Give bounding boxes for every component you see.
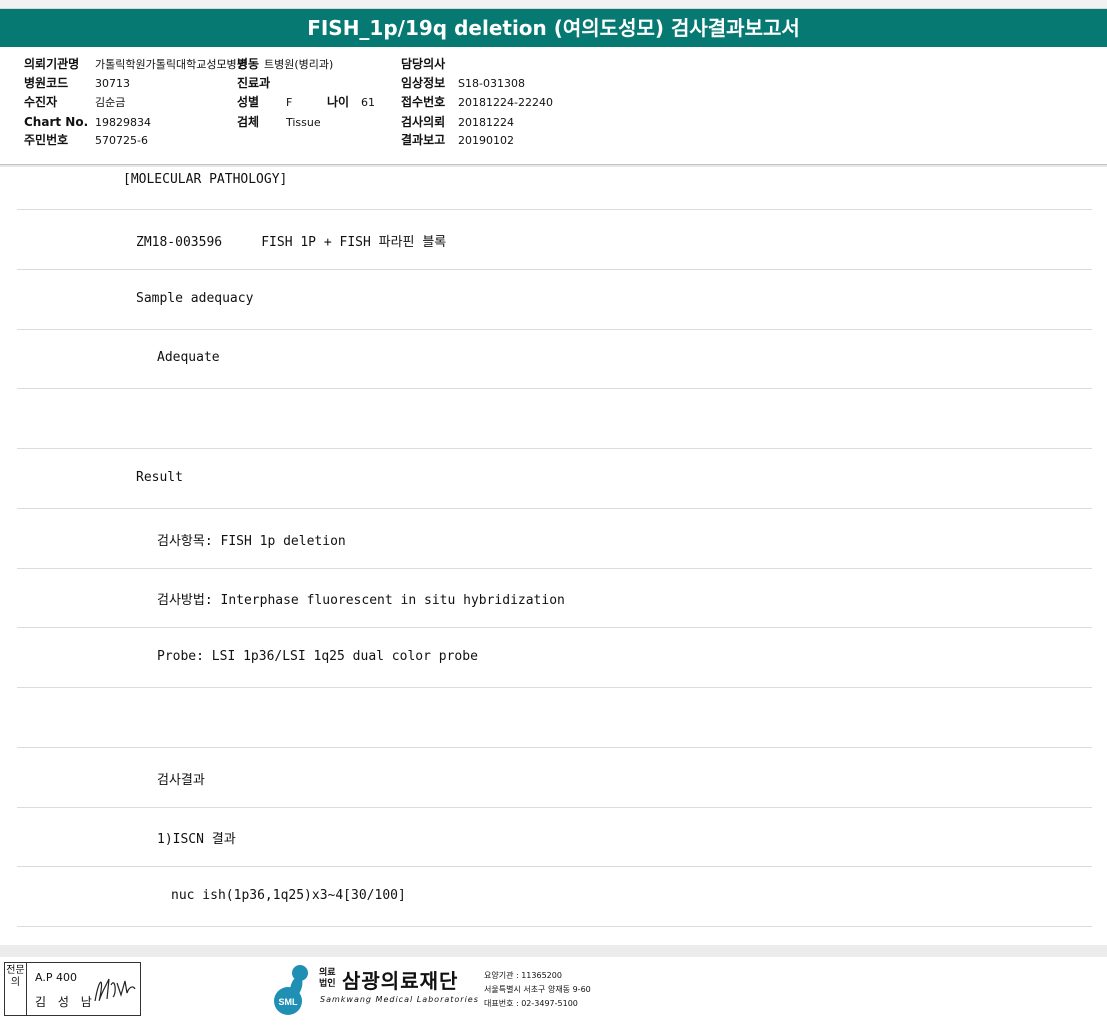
receipt-number-label: 접수번호 (401, 95, 446, 109)
info-row-5: 주민번호 570725-6 결과보고 20190102 (0, 131, 1107, 150)
footer-band (0, 945, 1107, 957)
report-title: FISH_1p/19q deletion (여의도성모) 검사결과보고서 (0, 9, 1107, 47)
row-divider (17, 747, 1092, 748)
info-row-4: Chart No. 19829834 검체 Tissue 검사의뢰 201812… (0, 113, 1107, 132)
patient-info-panel: 의뢰기관명 가톨릭학원가톨릭대학교성모병원 병동 트병원(병리과) 담당의사 병… (0, 48, 1107, 164)
request-date-label: 검사의뢰 (401, 115, 446, 129)
report-section-heading: [MOLECULAR PATHOLOGY] (123, 172, 288, 187)
samkwang-logo: SML 의료법인 삼광의료재단 Samkwang Medical Laborat… (270, 961, 610, 1017)
row-divider (17, 866, 1092, 867)
department-label: 진료과 (237, 76, 271, 90)
stamp-pathologist-name: 김 성 남 (35, 995, 96, 1009)
stamp-specialist-label: 전문의 (5, 963, 27, 1015)
info-row-1: 의뢰기관명 가톨릭학원가톨릭대학교성모병원 병동 트병원(병리과) 담당의사 (0, 55, 1107, 74)
specimen-value: Tissue (286, 116, 321, 129)
report-line-adequate: Adequate (157, 350, 220, 365)
hospital-code-value: 30713 (95, 77, 130, 90)
logo-mark-text: SML (279, 997, 299, 1007)
institution-label: 의뢰기관명 (24, 57, 80, 71)
report-footer: 전문의 A.P 400 김 성 남 SML 의료법인 삼광의료재단 Samkwa… (0, 957, 1107, 1026)
row-divider (17, 269, 1092, 270)
report-line-result: Result (136, 470, 183, 485)
report-date-value: 20190102 (458, 134, 514, 147)
row-divider (17, 329, 1092, 330)
org-address: 서울특별시 서초구 양재동 9-60 (484, 985, 591, 994)
collector-value: 김순금 (95, 96, 126, 109)
row-divider (17, 926, 1092, 927)
org-name: 삼광의료재단 (342, 969, 459, 993)
specimen-label: 검체 (237, 115, 260, 129)
resident-number-label: 주민번호 (24, 133, 69, 147)
report-line-iscn-result: nuc ish(1p36,1q25)x3~4[30/100] (171, 888, 406, 903)
row-divider (17, 388, 1092, 389)
signature-image (94, 978, 136, 1002)
sex-value: F (286, 96, 293, 109)
ward-label: 병동 (237, 57, 260, 71)
stamp-license-code: A.P 400 (35, 971, 77, 984)
row-divider (17, 209, 1092, 210)
org-code: 요양기관 : 11365200 (484, 971, 562, 980)
report-line-test-code: ZM18-003596 FISH 1P + FISH 파라핀 블록 (136, 235, 447, 250)
report-line-sample-adequacy: Sample adequacy (136, 291, 254, 306)
row-divider (17, 508, 1092, 509)
org-type: 의료법인 (319, 968, 336, 989)
report-line-test-item: 검사항목: FISH 1p deletion (157, 534, 346, 549)
age-label: 나이 (327, 95, 350, 109)
resident-number-value: 570725-6 (95, 134, 148, 147)
org-english-name: Samkwang Medical Laboratories (320, 995, 479, 1004)
receipt-number-value: 20181224-22240 (458, 96, 553, 109)
institution-value: 가톨릭학원가톨릭대학교성모병원 (95, 58, 247, 71)
info-row-3: 수진자 김순금 성별 F 나이 61 접수번호 20181224-22240 (0, 93, 1107, 112)
report-line-iscn-heading: 1)ISCN 결과 (157, 832, 236, 847)
row-divider (17, 568, 1092, 569)
info-row-2: 병원코드 30713 진료과 임상정보 S18-031308 (0, 74, 1107, 93)
sml-logo-mark: SML (274, 965, 308, 1015)
age-value: 61 (361, 96, 375, 109)
sex-label: 성별 (237, 95, 260, 109)
org-phone: 대표번호 : 02-3497-5100 (484, 999, 578, 1008)
clinical-info-label: 임상정보 (401, 76, 446, 90)
doctor-label: 담당의사 (401, 57, 446, 71)
collector-label: 수진자 (24, 95, 58, 109)
ward-value: 트병원(병리과) (264, 58, 334, 71)
row-divider (17, 687, 1092, 688)
top-rule (0, 0, 1107, 9)
chart-number-label: Chart No. (24, 115, 89, 129)
request-date-value: 20181224 (458, 116, 514, 129)
chart-number-value: 19829834 (95, 116, 151, 129)
row-divider (17, 807, 1092, 808)
clinical-info-value: S18-031308 (458, 77, 525, 90)
pathologist-stamp: 전문의 A.P 400 김 성 남 (4, 962, 141, 1016)
report-line-test-method: 검사방법: Interphase fluorescent in situ hyb… (157, 593, 565, 608)
report-line-probe: Probe: LSI 1p36/LSI 1q25 dual color prob… (157, 649, 478, 664)
report-line-test-result-heading: 검사결과 (157, 773, 205, 788)
report-date-label: 결과보고 (401, 133, 446, 147)
row-divider (17, 627, 1092, 628)
report-body: [MOLECULAR PATHOLOGY] ZM18-003596 FISH 1… (0, 167, 1107, 945)
row-divider (17, 448, 1092, 449)
hospital-code-label: 병원코드 (24, 76, 69, 90)
